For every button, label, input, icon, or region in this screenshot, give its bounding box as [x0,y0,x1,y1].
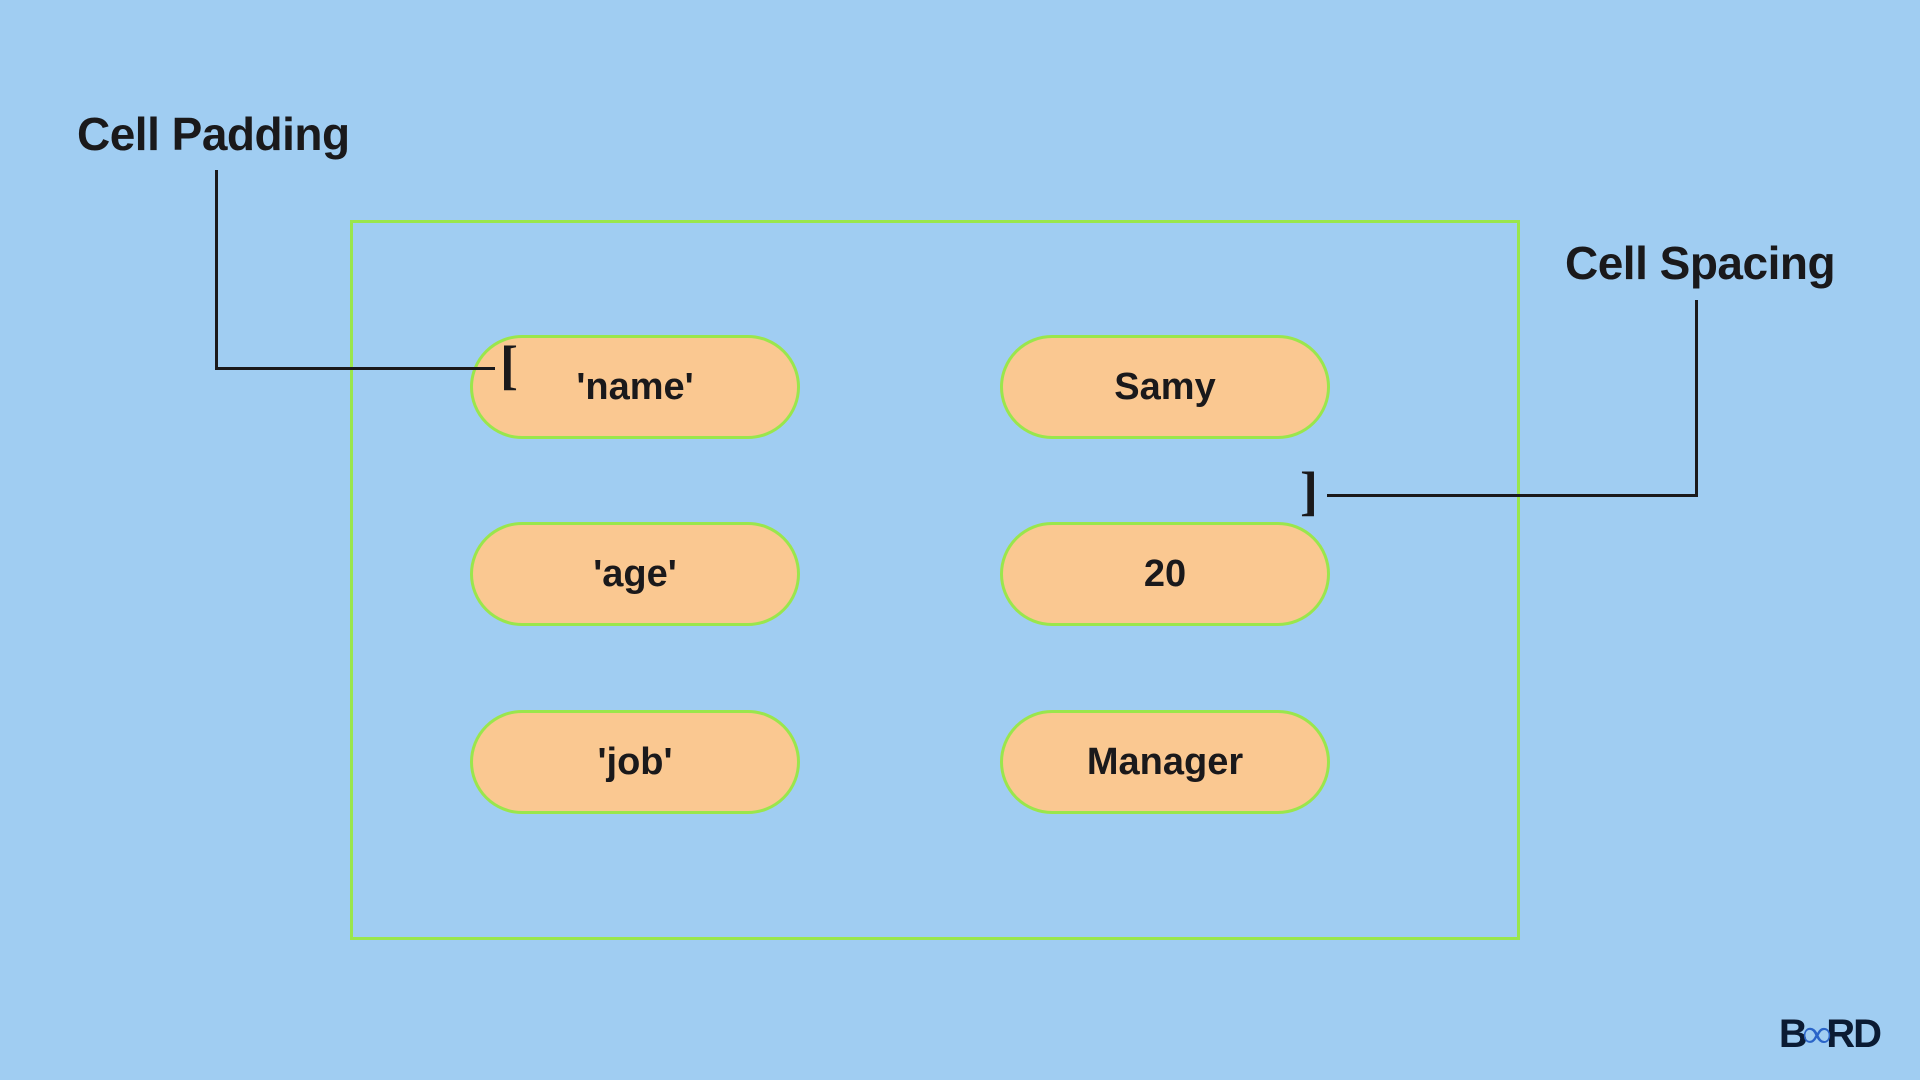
logo-text-rd: RD [1826,1012,1880,1057]
padding-pointer-vertical [215,170,218,370]
logo-text-b: B [1779,1012,1806,1057]
cell-spacing-label: Cell Spacing [1565,236,1835,290]
spacing-pointer-horizontal [1327,494,1697,497]
padding-pointer-horizontal [215,367,495,370]
spacing-bracket: ] [1300,460,1318,522]
cell-r3c1: 'job' [470,710,800,814]
cell-r3c2: Manager [1000,710,1330,814]
spacing-pointer-vertical [1695,300,1698,497]
padding-bracket: [ [500,334,518,396]
cell-r2c1: 'age' [470,522,800,626]
infinity-icon: ∞ [1803,1010,1830,1057]
cell-r1c1: 'name' [470,335,800,439]
cell-r1c2: Samy [1000,335,1330,439]
cell-r2c2: 20 [1000,522,1330,626]
board-logo: B ∞ RD [1779,1011,1880,1058]
cell-padding-label: Cell Padding [77,107,350,161]
